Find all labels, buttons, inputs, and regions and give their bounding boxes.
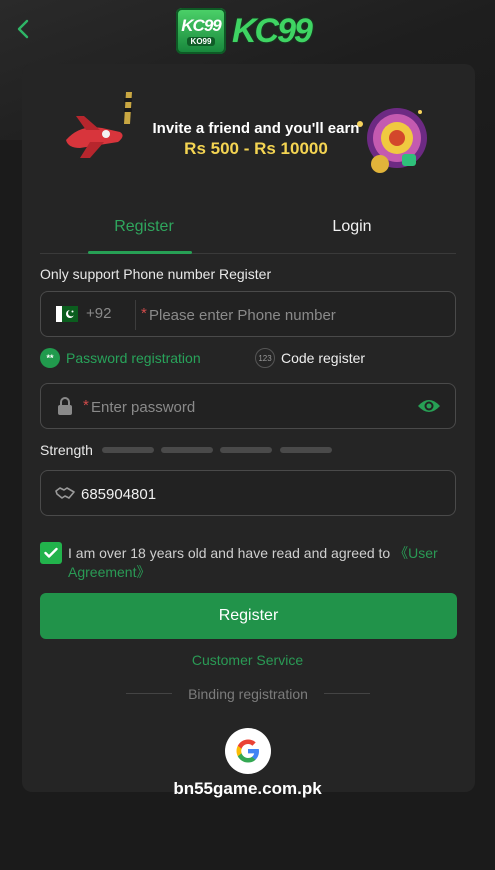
invite-code-field bbox=[40, 470, 456, 516]
tab-register[interactable]: Register bbox=[40, 206, 248, 253]
logo-badge-subtext: KO99 bbox=[186, 37, 216, 46]
register-button[interactable]: Register bbox=[40, 593, 457, 639]
logo-badge-text: KC99 bbox=[181, 16, 221, 35]
phone-field: +92 * bbox=[40, 291, 456, 337]
handshake-icon bbox=[55, 487, 75, 499]
binding-registration-divider: Binding registration bbox=[126, 684, 370, 704]
country-code[interactable]: +92 bbox=[86, 305, 111, 322]
google-icon bbox=[236, 739, 259, 763]
password-strength: Strength bbox=[40, 440, 456, 460]
strength-segment bbox=[220, 447, 272, 453]
support-label: Only support Phone number Register bbox=[40, 266, 272, 282]
required-mark: * bbox=[141, 305, 147, 322]
phone-input[interactable] bbox=[149, 304, 439, 326]
auth-tabs: Register Login bbox=[40, 206, 456, 254]
registration-mode: ** Password registration 123 Code regist… bbox=[40, 348, 456, 372]
logo-badge: KC99 KO99 bbox=[176, 8, 226, 54]
banner-reward: Rs 500 - Rs 10000 bbox=[184, 139, 328, 158]
code-mode-icon: 123 bbox=[255, 348, 275, 368]
field-divider bbox=[135, 300, 136, 330]
invite-banner[interactable]: Invite a friend and you'll earn Rs 500 -… bbox=[40, 84, 436, 180]
strength-segment bbox=[280, 447, 332, 453]
google-login-button[interactable] bbox=[225, 728, 271, 774]
top-bar: KC99 KO99 KC99 bbox=[0, 0, 495, 60]
invite-code-input[interactable] bbox=[81, 483, 421, 505]
password-field: * bbox=[40, 383, 456, 429]
customer-service-link[interactable]: Customer Service bbox=[0, 652, 495, 668]
divider-line bbox=[324, 693, 370, 694]
required-mark: * bbox=[83, 397, 89, 414]
code-register-label: Code register bbox=[281, 350, 366, 366]
watermark-text: bn55game.com.pk bbox=[173, 779, 322, 798]
password-registration-option[interactable]: ** Password registration bbox=[40, 348, 201, 368]
pakistan-flag-icon bbox=[56, 306, 78, 322]
code-register-option[interactable]: 123 Code register bbox=[255, 348, 365, 368]
lock-icon bbox=[58, 397, 72, 415]
back-arrow-icon bbox=[17, 19, 29, 39]
check-icon bbox=[44, 547, 58, 558]
tab-login[interactable]: Login bbox=[248, 206, 456, 253]
password-mode-icon: ** bbox=[40, 348, 60, 368]
active-tab-indicator bbox=[88, 251, 192, 254]
strength-segment bbox=[161, 447, 213, 453]
logo-wordmark: KC99 bbox=[232, 11, 313, 50]
eye-icon[interactable] bbox=[417, 396, 441, 416]
back-button[interactable] bbox=[10, 16, 36, 42]
binding-registration-label: Binding registration bbox=[188, 686, 308, 702]
password-registration-label: Password registration bbox=[66, 350, 201, 366]
agreement-checkbox[interactable] bbox=[40, 542, 62, 564]
agreement-statement: I am over 18 years old and have read and… bbox=[68, 545, 395, 561]
strength-label: Strength bbox=[40, 442, 93, 458]
agreement-text: I am over 18 years old and have read and… bbox=[68, 544, 460, 582]
brand-logo: KC99 KO99 KC99 bbox=[176, 8, 313, 54]
password-input[interactable] bbox=[91, 396, 411, 418]
banner-headline: Invite a friend and you'll earn bbox=[152, 120, 360, 137]
strength-segment bbox=[102, 447, 154, 453]
